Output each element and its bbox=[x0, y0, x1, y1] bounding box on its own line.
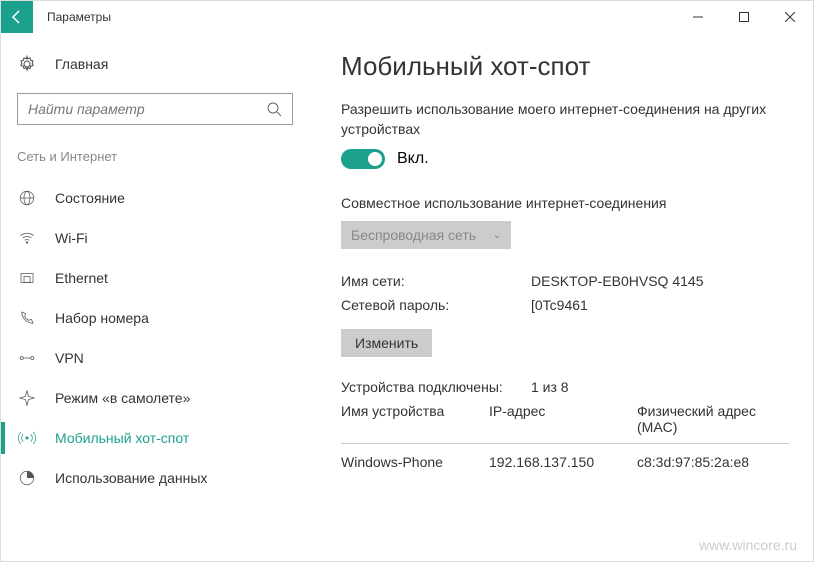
sidebar-item-dialup[interactable]: Набор номера bbox=[1, 298, 309, 338]
devices-table: Имя устройства IP-адрес Физический адрес… bbox=[341, 403, 789, 478]
wifi-icon bbox=[17, 229, 37, 247]
nav-label: Ethernet bbox=[55, 270, 108, 286]
table-cell-ip: 192.168.137.150 bbox=[489, 454, 637, 470]
sidebar-item-status[interactable]: Состояние bbox=[1, 178, 309, 218]
search-icon bbox=[266, 101, 282, 117]
devices-connected-label: Устройства подключены: bbox=[341, 379, 531, 395]
table-col-ip: IP-адрес bbox=[489, 403, 637, 435]
nav-label: Использование данных bbox=[55, 470, 207, 486]
network-name-label: Имя сети: bbox=[341, 273, 531, 289]
close-button[interactable] bbox=[767, 1, 813, 33]
network-name-value: DESKTOP-EB0HVSQ 4145 bbox=[531, 273, 703, 289]
connection-dropdown[interactable]: Беспроводная сеть ⌄ bbox=[341, 221, 511, 249]
sidebar-item-wifi[interactable]: Wi-Fi bbox=[1, 218, 309, 258]
sidebar: Главная Сеть и Интернет Состояние Wi-Fi … bbox=[1, 33, 309, 561]
sidebar-section-header: Сеть и Интернет bbox=[1, 141, 309, 178]
vpn-icon bbox=[17, 349, 37, 367]
phone-icon bbox=[17, 309, 37, 327]
table-col-device: Имя устройства bbox=[341, 403, 489, 435]
gear-icon bbox=[17, 55, 37, 73]
chevron-down-icon: ⌄ bbox=[493, 230, 501, 241]
nav-label: Состояние bbox=[55, 190, 125, 206]
devices-connected-value: 1 из 8 bbox=[531, 379, 569, 395]
data-usage-icon bbox=[17, 469, 37, 487]
sidebar-item-airplane[interactable]: Режим «в самолете» bbox=[1, 378, 309, 418]
airplane-icon bbox=[17, 389, 37, 407]
sidebar-item-ethernet[interactable]: Ethernet bbox=[1, 258, 309, 298]
sidebar-item-data-usage[interactable]: Использование данных bbox=[1, 458, 309, 498]
nav-label: Wi-Fi bbox=[55, 230, 88, 246]
ethernet-icon bbox=[17, 269, 37, 287]
edit-button[interactable]: Изменить bbox=[341, 329, 432, 357]
toggle-label: Вкл. bbox=[397, 150, 429, 168]
nav-label: Набор номера bbox=[55, 310, 149, 326]
share-from-label: Совместное использование интернет-соедин… bbox=[341, 195, 789, 211]
sidebar-item-vpn[interactable]: VPN bbox=[1, 338, 309, 378]
maximize-button[interactable] bbox=[721, 1, 767, 33]
hotspot-icon bbox=[17, 429, 37, 447]
sidebar-home[interactable]: Главная bbox=[1, 43, 309, 85]
page-title: Мобильный хот-спот bbox=[341, 51, 789, 82]
share-description: Разрешить использование моего интернет-с… bbox=[341, 100, 781, 139]
nav-label: Режим «в самолете» bbox=[55, 390, 190, 406]
minimize-button[interactable] bbox=[675, 1, 721, 33]
back-button[interactable] bbox=[1, 1, 33, 33]
table-cell-mac: c8:3d:97:85:2a:e8 bbox=[637, 454, 789, 470]
search-field[interactable] bbox=[28, 101, 266, 117]
watermark: www.wincore.ru bbox=[699, 537, 797, 553]
network-password-value: [0Tc9461 bbox=[531, 297, 588, 313]
nav-label: Мобильный хот-спот bbox=[55, 430, 189, 446]
dropdown-value: Беспроводная сеть bbox=[351, 227, 476, 243]
table-cell-device: Windows-Phone bbox=[341, 454, 489, 470]
main-panel: Мобильный хот-спот Разрешить использован… bbox=[309, 33, 813, 561]
network-password-label: Сетевой пароль: bbox=[341, 297, 531, 313]
sidebar-home-label: Главная bbox=[55, 56, 108, 72]
nav-label: VPN bbox=[55, 350, 84, 366]
table-col-mac: Физический адрес (MAC) bbox=[637, 403, 789, 435]
window-title: Параметры bbox=[47, 10, 675, 24]
globe-icon bbox=[17, 189, 37, 207]
sidebar-item-hotspot[interactable]: Мобильный хот-спот bbox=[1, 418, 309, 458]
share-toggle[interactable] bbox=[341, 149, 385, 169]
search-input[interactable] bbox=[17, 93, 293, 125]
